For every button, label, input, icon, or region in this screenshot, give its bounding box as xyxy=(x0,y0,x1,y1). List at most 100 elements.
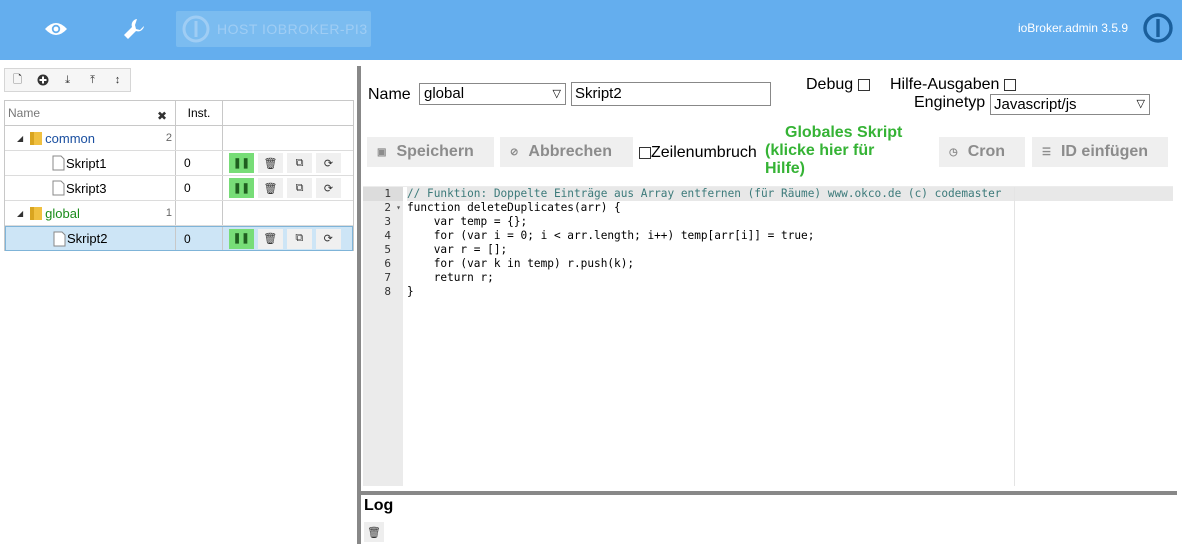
tree-row-folder-global[interactable]: ◢ global 1 xyxy=(5,201,353,226)
pause-button[interactable]: ❚❚ xyxy=(229,153,254,173)
line-number: 7 xyxy=(384,271,391,284)
code-line: for (var i = 0; i < arr.length; i++) tem… xyxy=(407,229,815,242)
line-number: 6 xyxy=(384,257,391,270)
copy-button[interactable]: ⧉ xyxy=(287,153,312,173)
global-script-hint[interactable]: Globales Skript (klicke hier für Hilfe) xyxy=(765,124,902,178)
script-file-icon xyxy=(52,155,65,171)
restart-button[interactable]: ⟳ xyxy=(316,178,341,198)
copy-button[interactable]: ⧉ xyxy=(286,228,312,249)
expand-collapse-icon[interactable]: ↕ xyxy=(105,69,130,91)
debug-checkbox[interactable] xyxy=(857,78,870,91)
line-number: 8 xyxy=(384,285,391,298)
script-file-icon xyxy=(52,180,65,196)
cancel-button[interactable]: ⊘ Abbrechen xyxy=(500,137,633,167)
pause-button[interactable]: ❚❚ xyxy=(228,228,254,249)
debug-option[interactable]: Debug xyxy=(806,76,870,94)
iobroker-logo-icon xyxy=(1143,13,1173,43)
inst-column-header: Inst. xyxy=(176,101,223,125)
script-name-input[interactable]: Skript2 xyxy=(571,82,771,106)
name-filter[interactable]: Name ✖ xyxy=(5,101,176,125)
tree-row-script[interactable]: Skript3 0 ❚❚ 🗑 ⧉ ⟳ xyxy=(5,176,353,201)
cancel-icon: ⊘ xyxy=(510,146,519,158)
horizontal-splitter[interactable] xyxy=(361,491,1177,495)
clock-icon: ◷ xyxy=(949,146,958,158)
hilfe-label: Hilfe-Ausgaben xyxy=(890,76,1000,93)
delete-button[interactable]: 🗑 xyxy=(258,178,283,198)
code-line: // Funktion: Doppelte Einträge aus Array… xyxy=(407,187,1173,201)
global-hint-line: (klicke hier für xyxy=(765,142,875,159)
collapse-arrow-icon[interactable]: ◢ xyxy=(17,209,23,218)
code-line: } xyxy=(407,285,414,298)
code-editor[interactable]: 1 2 ▾ 3 4 5 6 7 8 // Funktion: Doppelte E… xyxy=(363,186,1173,486)
chevron-down-icon: ▽ xyxy=(552,88,561,100)
host-label: HOST IOBROKER-PI3 xyxy=(217,21,368,37)
wrap-checkbox[interactable] xyxy=(639,146,651,159)
save-button[interactable]: ▣ Speichern xyxy=(367,137,494,167)
copy-button[interactable]: ⧉ xyxy=(287,178,312,198)
insert-id-button[interactable]: ☰ ID einfügen xyxy=(1032,137,1168,167)
code-line: for (var k in temp) r.push(k); xyxy=(407,257,635,270)
name-filter-placeholder: Name xyxy=(8,106,41,120)
script-label: Skript3 xyxy=(66,180,107,196)
export-icon[interactable]: ⤒ xyxy=(80,69,105,91)
new-script-icon[interactable]: 🗋 xyxy=(5,69,30,91)
hilfe-option[interactable]: Hilfe-Ausgaben xyxy=(890,76,1016,94)
pause-button[interactable]: ❚❚ xyxy=(229,178,254,198)
instance-value: 0 xyxy=(184,156,191,170)
folder-count: 1 xyxy=(165,207,172,219)
host-selector[interactable]: HOST IOBROKER-PI3 xyxy=(176,11,371,47)
restart-button[interactable]: ⟳ xyxy=(315,228,341,249)
debug-label: Debug xyxy=(806,76,854,93)
cron-button[interactable]: ◷ Cron xyxy=(939,137,1025,167)
wrap-option[interactable]: Zeilenumbruch xyxy=(639,144,757,162)
insert-id-label: ID einfügen xyxy=(1060,143,1149,160)
delete-button[interactable]: 🗑 xyxy=(258,153,283,173)
print-margin xyxy=(1014,187,1015,486)
folder-label: global xyxy=(45,205,80,221)
tree-header: Name ✖ Inst. xyxy=(5,100,353,126)
fold-arrow-icon[interactable]: ▾ xyxy=(396,201,401,215)
chevron-down-icon: ▽ xyxy=(1136,98,1145,110)
version-label: ioBroker.admin 3.5.9 xyxy=(1017,21,1128,35)
tree-row-script-selected[interactable]: Skript2 0 ❚❚ 🗑 ⧉ ⟳ xyxy=(5,226,353,251)
add-folder-icon[interactable] xyxy=(30,69,55,91)
log-title: Log xyxy=(364,497,394,514)
folder-select[interactable]: global ▽ xyxy=(419,83,566,105)
enginetyp-select[interactable]: Javascript/js ▽ xyxy=(990,94,1150,115)
line-number: 1 xyxy=(363,187,403,201)
editor-gutter: 1 2 ▾ 3 4 5 6 7 8 xyxy=(363,187,403,486)
import-icon[interactable]: ⤓ xyxy=(55,69,80,91)
global-hint-line: Hilfe) xyxy=(765,160,805,177)
cron-label: Cron xyxy=(967,143,1006,160)
enginetyp-value: Javascript/js xyxy=(994,96,1077,113)
list-icon: ☰ xyxy=(1042,146,1051,158)
wrap-label: Zeilenumbruch xyxy=(651,144,757,161)
folder-label: common xyxy=(45,130,96,146)
save-label: Speichern xyxy=(396,143,474,160)
folder-icon xyxy=(30,132,43,145)
hilfe-checkbox[interactable] xyxy=(1003,78,1016,91)
instance-value: 0 xyxy=(184,181,191,195)
collapse-arrow-icon[interactable]: ◢ xyxy=(17,134,23,143)
restart-button[interactable]: ⟳ xyxy=(316,153,341,173)
tree-row-folder-common[interactable]: ◢ common 2 xyxy=(5,126,353,151)
code-line: var r = []; xyxy=(407,243,508,256)
code-area[interactable]: // Funktion: Doppelte Einträge aus Array… xyxy=(407,187,1173,486)
trash-icon: 🗑 xyxy=(367,526,381,539)
clear-filter-icon[interactable]: ✖ xyxy=(157,109,167,123)
tree-row-script[interactable]: Skript1 0 ❚❚ 🗑 ⧉ ⟳ xyxy=(5,151,353,176)
wrench-icon[interactable] xyxy=(119,14,149,44)
iobroker-logo-icon xyxy=(182,15,210,43)
enginetyp-label: Enginetyp xyxy=(914,94,986,111)
cancel-label: Abbrechen xyxy=(528,143,612,160)
eye-icon[interactable] xyxy=(41,14,71,44)
clear-log-button[interactable]: 🗑 xyxy=(364,522,384,542)
script-tree-panel: 🗋 ⤓ ⤒ ↕ Name ✖ Inst. ◢ common 2 Skript1 … xyxy=(0,66,357,544)
actions-column-header xyxy=(223,101,353,125)
line-number: 4 xyxy=(384,229,391,242)
line-number: 2 ▾ xyxy=(384,201,401,215)
instance-value: 0 xyxy=(184,231,191,246)
delete-button[interactable]: 🗑 xyxy=(257,228,283,249)
folder-count: 2 xyxy=(165,132,172,144)
global-hint-line: Globales Skript xyxy=(785,124,903,141)
